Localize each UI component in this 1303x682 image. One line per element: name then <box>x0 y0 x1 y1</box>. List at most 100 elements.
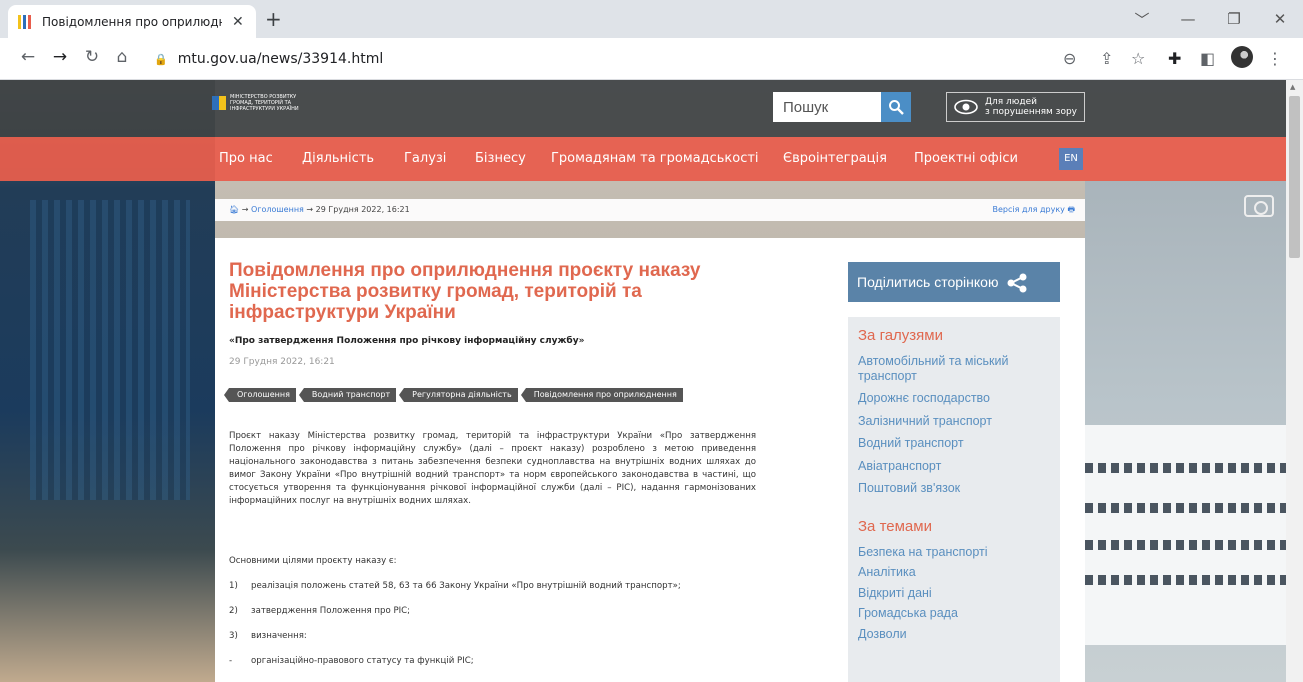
minimize-button[interactable]: — <box>1165 0 1211 38</box>
sidebar-link-permits[interactable]: Дозволи <box>858 627 1050 642</box>
url-text: mtu.gov.ua/news/33914.html <box>177 51 384 67</box>
list-item: 3) визначення: <box>229 630 756 643</box>
topics-heading: За темами <box>858 517 932 535</box>
goals-intro: Основними цілями проєкту наказу є: <box>229 556 397 566</box>
tab-close-icon[interactable]: ✕ <box>232 14 244 30</box>
browser-tab[interactable]: Повідомлення про оприлюднення ✕ <box>8 5 256 38</box>
list-text: організаційно-правового статусу та функц… <box>251 656 474 666</box>
sidebar-link-postal[interactable]: Поштовий зв'язок <box>858 481 1050 496</box>
list-item: 1) реалізація положень статей 58, 63 та 6… <box>229 580 756 593</box>
nav-item-citizens[interactable]: Громадянам та громадськості <box>551 137 759 181</box>
list-number: - <box>229 656 233 666</box>
logo-text: МІНІСТЕРСТВО РОЗВИТКУ ГРОМАД, ТЕРИТОРІЙ … <box>230 94 299 112</box>
article-paragraph: Проєкт наказу Міністерства розвитку гром… <box>229 431 756 506</box>
browser-tabbar: Повідомлення про оприлюднення ✕ + ﹀ — ❐ … <box>0 0 1303 38</box>
forward-arrow-icon[interactable]: → <box>48 47 72 67</box>
accessibility-line-1: Для людей <box>985 97 1037 107</box>
logo-emblem-icon <box>212 96 226 110</box>
list-number: 3) <box>229 631 238 641</box>
list-text: реалізація положень статей 58, 63 та 66 … <box>251 581 681 591</box>
eye-icon <box>954 99 978 115</box>
list-number: 1) <box>229 581 238 591</box>
sidebar-link-public-council[interactable]: Громадська рада <box>858 606 1050 621</box>
tag-announcements[interactable]: Оголошення <box>224 388 296 402</box>
search-box <box>773 92 881 122</box>
sidebar-link-aviation[interactable]: Авіатранспорт <box>858 459 1050 474</box>
new-tab-button[interactable]: + <box>265 7 282 31</box>
accessibility-button[interactable]: Для людей з порушенням зору <box>946 92 1085 122</box>
language-switch-en[interactable]: EN <box>1059 148 1083 170</box>
search-input[interactable] <box>773 92 881 122</box>
home-icon[interactable]: ⌂ <box>110 47 134 67</box>
tab-title: Повідомлення про оприлюднення <box>42 14 222 29</box>
search-icon <box>889 100 904 115</box>
site-header: МІНІСТЕРСТВО РОЗВИТКУ ГРОМАД, ТЕРИТОРІЙ … <box>0 80 1286 137</box>
tag-publication-notice[interactable]: Повідомлення про оприлюднення <box>520 388 683 402</box>
profile-avatar[interactable] <box>1231 46 1253 68</box>
sidebar-link-road-transport[interactable]: Автомобільний та міський транспорт <box>858 354 1050 383</box>
nav-item-activity[interactable]: Діяльність <box>302 137 374 181</box>
article-title: Повідомлення про оприлюднення проєкту на… <box>229 260 701 323</box>
close-window-button[interactable]: ✕ <box>1257 0 1303 38</box>
breadcrumb-separator: → <box>306 205 314 214</box>
tag-list: Оголошення Водний транспорт Регуляторна … <box>224 388 683 402</box>
zoom-icon[interactable]: ⊖ <box>1063 49 1076 68</box>
main-nav: Про нас Діяльність Галузі Бізнесу Громад… <box>0 137 1286 181</box>
accessibility-label: Для людей з порушенням зору <box>985 97 1077 117</box>
list-text: затвердження Положення про РІС; <box>251 606 411 616</box>
tag-water-transport[interactable]: Водний транспорт <box>298 388 397 402</box>
nav-item-industries[interactable]: Галузі <box>404 137 446 181</box>
nav-item-project-offices[interactable]: Проектні офіси <box>914 137 1018 181</box>
menu-kebab-icon[interactable]: ⋮ <box>1267 49 1283 68</box>
tag-regulatory[interactable]: Регуляторна діяльність <box>399 388 518 402</box>
home-icon[interactable]: 🏠︎ <box>229 205 239 214</box>
share-icon <box>1007 273 1027 293</box>
list-text: визначення: <box>251 631 307 641</box>
nav-item-business[interactable]: Бізнесу <box>475 137 526 181</box>
address-bar[interactable]: 🔒 mtu.gov.ua/news/33914.html <box>140 43 1110 75</box>
bookmark-star-icon[interactable]: ☆ <box>1131 49 1145 68</box>
print-version-link[interactable]: Версія для друку 🖶 <box>993 199 1075 221</box>
printer-icon: 🖶 <box>1067 205 1075 214</box>
restore-button[interactable]: ❐ <box>1211 0 1257 38</box>
page-scrollbar[interactable]: ▲ <box>1286 80 1303 682</box>
share-page-icon[interactable]: ⇪ <box>1100 49 1113 68</box>
search-button[interactable] <box>881 92 911 122</box>
list-number: 2) <box>229 606 238 616</box>
breadcrumb-section-link[interactable]: Оголошення <box>251 205 304 214</box>
sidebar-link-water-transport[interactable]: Водний транспорт <box>858 436 1050 451</box>
article-date: 29 Грудня 2022, 16:21 <box>229 357 335 367</box>
sidebar-link-open-data[interactable]: Відкриті дані <box>858 586 1050 601</box>
ministry-logo[interactable]: МІНІСТЕРСТВО РОЗВИТКУ ГРОМАД, ТЕРИТОРІЙ … <box>212 94 300 112</box>
list-item: 2) затвердження Положення про РІС; <box>229 605 756 618</box>
scroll-thumb[interactable] <box>1289 96 1300 258</box>
sidebar-link-road-economy[interactable]: Дорожнє господарство <box>858 391 1050 406</box>
nav-item-eurointegration[interactable]: Євроінтеграція <box>783 137 887 181</box>
camera-icon[interactable] <box>1244 195 1274 217</box>
sidebar-link-railway[interactable]: Залізничний транспорт <box>858 414 1050 429</box>
sidebar-link-analytics[interactable]: Аналітика <box>858 565 1050 580</box>
share-page-button[interactable]: Поділитись сторінкою <box>848 262 1060 302</box>
industries-heading: За галузями <box>858 327 943 344</box>
breadcrumb: 🏠︎ → Оголошення → 29 Грудня 2022, 16:21 … <box>215 199 1085 221</box>
reload-icon[interactable]: ↻ <box>80 47 104 67</box>
article-subtitle: «Про затвердження Положення про річкову … <box>229 336 585 346</box>
article-card: Повідомлення про оприлюднення проєкту на… <box>215 238 1085 682</box>
breadcrumb-current: 29 Грудня 2022, 16:21 <box>315 205 410 214</box>
list-item: - організаційно-правового статусу та функ… <box>229 655 756 668</box>
web-page: МІНІСТЕРСТВО РОЗВИТКУ ГРОМАД, ТЕРИТОРІЙ … <box>0 80 1286 682</box>
accessibility-line-2: з порушенням зору <box>985 107 1078 117</box>
site-favicon-icon <box>18 14 34 29</box>
extensions-icon[interactable]: ✚ <box>1168 49 1181 68</box>
sidebar-link-transport-safety[interactable]: Безпека на транспорті <box>858 545 1050 560</box>
nav-item-about[interactable]: Про нас <box>219 137 273 181</box>
back-arrow-icon[interactable]: ← <box>16 47 40 67</box>
tab-search-icon[interactable]: ﹀ <box>1119 0 1165 38</box>
breadcrumb-separator: → <box>241 205 249 214</box>
scroll-up-arrow-icon[interactable]: ▲ <box>1290 83 1295 91</box>
side-panel-icon[interactable]: ◧ <box>1200 49 1215 68</box>
background-ship <box>1085 425 1286 645</box>
lock-icon: 🔒 <box>154 52 168 66</box>
browser-toolbar: ← → ↻ ⌂ 🔒 mtu.gov.ua/news/33914.html ⊖ ⇪… <box>0 38 1303 80</box>
window-controls: ﹀ — ❐ ✕ <box>1119 0 1303 38</box>
